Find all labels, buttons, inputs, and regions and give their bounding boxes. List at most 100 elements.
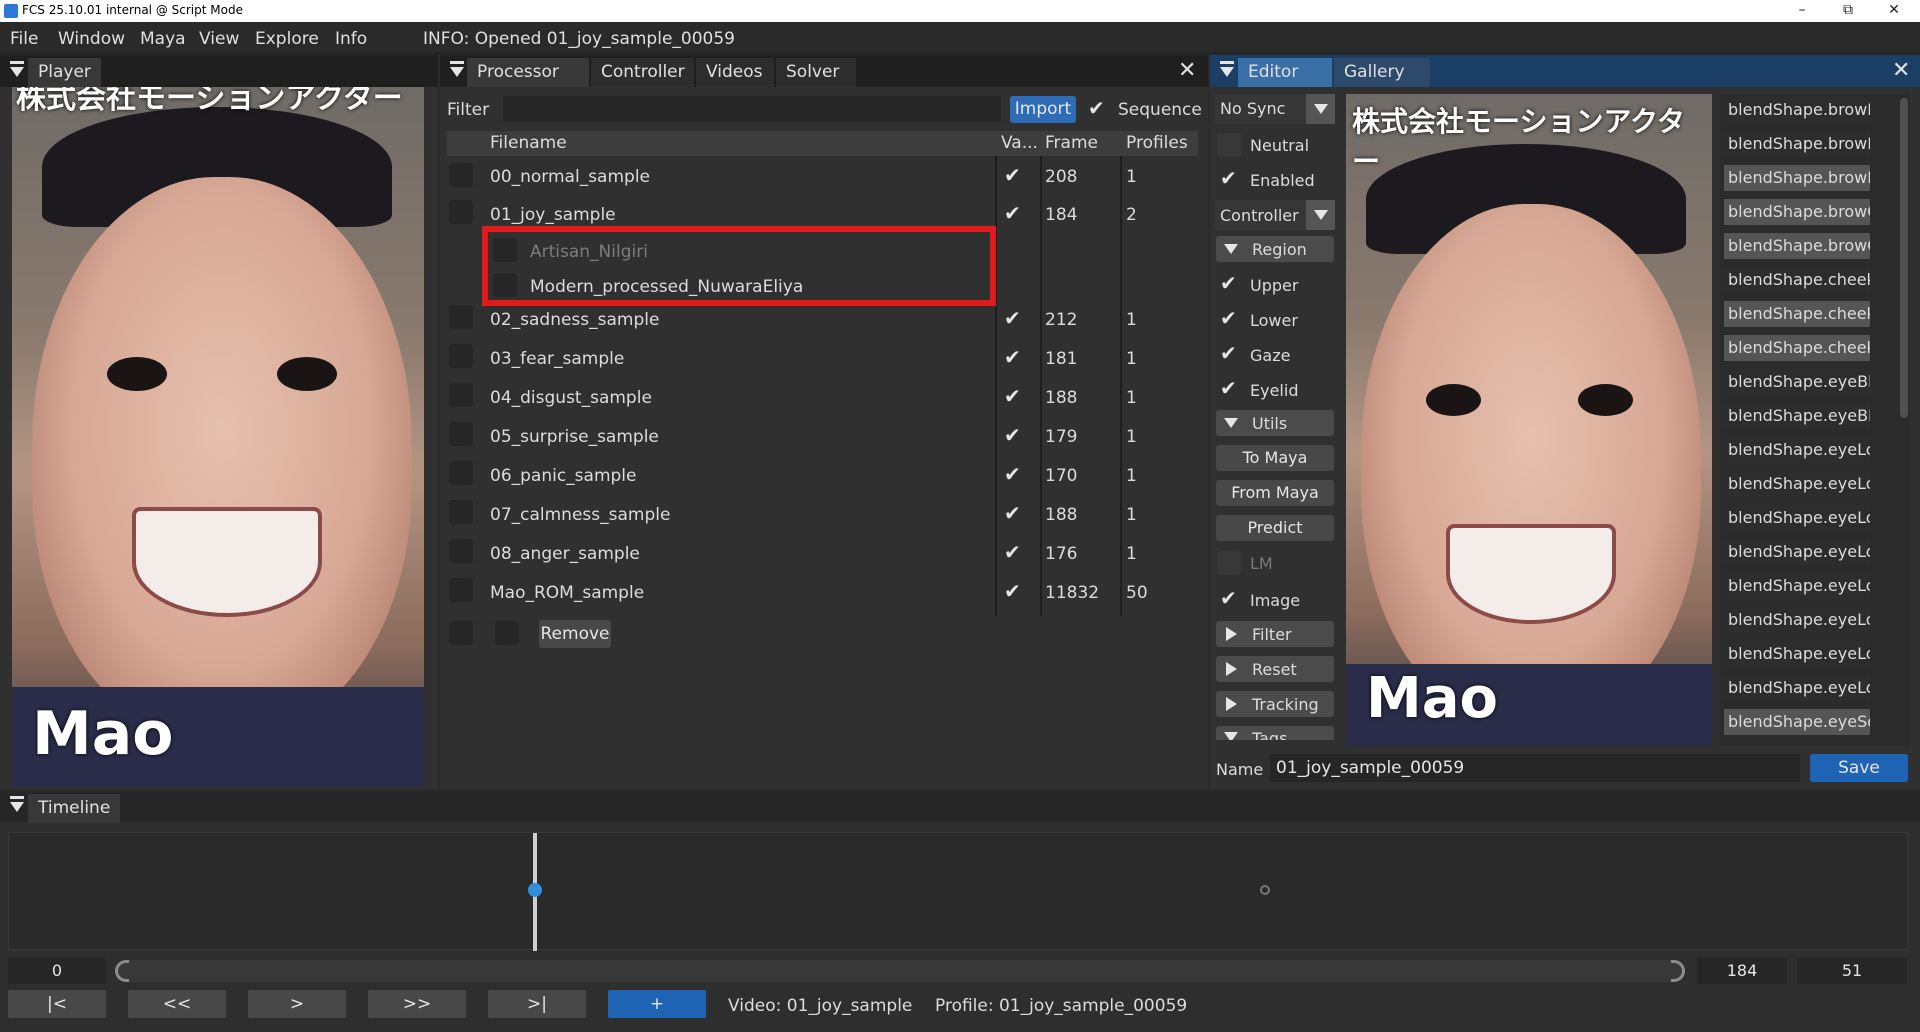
lower-check-icon[interactable]: ✔ bbox=[1220, 308, 1237, 328]
collapse-triangle-icon[interactable] bbox=[10, 67, 24, 77]
list-item[interactable]: blendShape.browDow bbox=[1724, 97, 1870, 123]
list-item[interactable]: blendShape.cheekSq bbox=[1724, 335, 1870, 361]
prev-frame-button[interactable]: << bbox=[128, 990, 226, 1018]
list-item[interactable]: blendShape.eyeLook bbox=[1724, 539, 1870, 565]
minimize-button[interactable]: – bbox=[1782, 0, 1822, 22]
menu-view[interactable]: View bbox=[199, 29, 239, 49]
remove-button[interactable]: Remove bbox=[539, 620, 611, 648]
lm-checkbox[interactable] bbox=[1217, 551, 1241, 575]
key-marker[interactable] bbox=[1260, 885, 1271, 895]
collapse-triangle-icon[interactable] bbox=[1220, 67, 1234, 77]
list-item[interactable]: blendShape.browDow bbox=[1724, 131, 1870, 157]
close-panel-icon[interactable]: ✕ bbox=[1892, 60, 1910, 82]
col-frame[interactable]: Frame bbox=[1045, 133, 1098, 153]
save-button[interactable]: Save bbox=[1810, 754, 1908, 782]
from-maya-button[interactable]: From Maya bbox=[1216, 480, 1334, 506]
row-select-checkbox[interactable] bbox=[449, 539, 473, 563]
utils-section-header[interactable]: Utils bbox=[1216, 410, 1334, 436]
row-filename[interactable]: Mao_ROM_sample bbox=[490, 583, 644, 603]
menu-window[interactable]: Window bbox=[58, 29, 125, 49]
tab-processor[interactable]: Processor bbox=[467, 58, 589, 87]
neutral-checkbox[interactable] bbox=[1217, 133, 1241, 157]
row-filename[interactable]: 08_anger_sample bbox=[490, 544, 640, 564]
next-frame-button[interactable]: >> bbox=[368, 990, 466, 1018]
list-item[interactable]: blendShape.eyeBlink bbox=[1724, 403, 1870, 429]
tab-solver[interactable]: Solver bbox=[776, 58, 856, 87]
row-select-checkbox[interactable] bbox=[449, 383, 473, 407]
list-item[interactable]: blendShape.cheekSq bbox=[1724, 301, 1870, 327]
close-panel-icon[interactable]: ✕ bbox=[1178, 60, 1196, 82]
close-window-button[interactable]: ✕ bbox=[1874, 0, 1914, 22]
list-item[interactable]: blendShape.eyeSquin bbox=[1724, 709, 1870, 735]
menu-explore[interactable]: Explore bbox=[255, 29, 319, 49]
enabled-check-icon[interactable]: ✔ bbox=[1220, 168, 1237, 188]
list-item[interactable]: blendShape.eyeLook bbox=[1724, 471, 1870, 497]
row-filename[interactable]: 01_joy_sample bbox=[490, 205, 616, 225]
playhead-key-dot[interactable] bbox=[527, 883, 542, 897]
tab-editor[interactable]: Editor bbox=[1238, 58, 1332, 87]
row-select-checkbox[interactable] bbox=[449, 500, 473, 524]
reset-section-header[interactable]: Reset bbox=[1216, 656, 1334, 682]
player-video-frame[interactable]: 株式会社モーションアクター Mao bbox=[12, 87, 424, 787]
collapse-triangle-icon[interactable] bbox=[10, 802, 24, 812]
row-select-checkbox[interactable] bbox=[449, 305, 473, 329]
row-select-checkbox[interactable] bbox=[449, 200, 473, 224]
menu-maya[interactable]: Maya bbox=[140, 29, 186, 49]
timeline-track[interactable] bbox=[8, 832, 1908, 951]
name-input[interactable] bbox=[1270, 754, 1800, 782]
tab-timeline[interactable]: Timeline bbox=[28, 794, 121, 823]
eyelid-check-icon[interactable]: ✔ bbox=[1220, 378, 1237, 398]
tags-section-header[interactable]: Tags bbox=[1216, 726, 1334, 740]
start-frame-field[interactable]: 0 bbox=[8, 958, 106, 984]
menu-info[interactable]: Info bbox=[335, 29, 367, 49]
col-valid[interactable]: Va... bbox=[1001, 133, 1038, 153]
tracking-section-header[interactable]: Tracking bbox=[1216, 691, 1334, 717]
row-filename[interactable]: 04_disgust_sample bbox=[490, 388, 652, 408]
menu-file[interactable]: File bbox=[10, 29, 38, 49]
select-profiles-checkbox[interactable] bbox=[495, 621, 519, 645]
tab-gallery[interactable]: Gallery bbox=[1334, 58, 1430, 87]
list-item[interactable]: blendShape.browOut bbox=[1724, 199, 1870, 225]
row-filename[interactable]: 07_calmness_sample bbox=[490, 505, 670, 525]
image-check-icon[interactable]: ✔ bbox=[1220, 588, 1237, 608]
row-select-checkbox[interactable] bbox=[449, 578, 473, 602]
row-select-checkbox[interactable] bbox=[449, 461, 473, 485]
list-item[interactable]: blendShape.eyeLook bbox=[1724, 573, 1870, 599]
upper-check-icon[interactable]: ✔ bbox=[1220, 273, 1237, 293]
list-item[interactable]: blendShape.eyeLook bbox=[1724, 505, 1870, 531]
end-frame-field[interactable]: 184 bbox=[1697, 958, 1787, 984]
add-key-button[interactable]: + bbox=[608, 990, 706, 1018]
tab-videos[interactable]: Videos bbox=[696, 58, 774, 87]
last-frame-button[interactable]: >| bbox=[488, 990, 586, 1018]
col-profiles[interactable]: Profiles bbox=[1126, 133, 1188, 153]
to-maya-button[interactable]: To Maya bbox=[1216, 445, 1334, 471]
controller-dropdown[interactable]: Controller bbox=[1215, 200, 1335, 230]
range-slider[interactable] bbox=[115, 960, 1685, 982]
row-filename[interactable]: 03_fear_sample bbox=[490, 349, 624, 369]
select-all-checkbox[interactable] bbox=[449, 621, 473, 645]
list-item[interactable]: blendShape.browOut bbox=[1724, 233, 1870, 259]
region-section-header[interactable]: Region bbox=[1216, 236, 1334, 262]
list-item[interactable]: blendShape.browInne bbox=[1724, 165, 1870, 191]
filter-section-header[interactable]: Filter bbox=[1216, 621, 1334, 647]
list-item[interactable]: blendShape.eyeLook bbox=[1724, 641, 1870, 667]
row-filename[interactable]: 02_sadness_sample bbox=[490, 310, 659, 330]
predict-button[interactable]: Predict bbox=[1216, 515, 1334, 541]
import-button[interactable]: Import bbox=[1010, 96, 1076, 123]
collapse-triangle-icon[interactable] bbox=[450, 67, 464, 77]
sequence-checkbox[interactable]: ✔ bbox=[1088, 98, 1105, 118]
list-scrollbar[interactable] bbox=[1900, 98, 1908, 418]
list-item[interactable]: blendShape.eyeLook bbox=[1724, 437, 1870, 463]
maximize-button[interactable]: ⧉ bbox=[1828, 0, 1868, 22]
row-filename[interactable]: 05_surprise_sample bbox=[490, 427, 659, 447]
tab-controller[interactable]: Controller bbox=[591, 58, 694, 87]
col-filename[interactable]: Filename bbox=[490, 133, 567, 153]
list-item[interactable]: blendShape.cheekPu bbox=[1724, 267, 1870, 293]
current-frame-field[interactable]: 51 bbox=[1797, 958, 1907, 984]
filter-input[interactable] bbox=[503, 96, 1001, 122]
row-select-checkbox[interactable] bbox=[449, 163, 473, 187]
list-item[interactable]: blendShape.eyeLook bbox=[1724, 675, 1870, 701]
list-item[interactable]: blendShape.eyeLook bbox=[1724, 607, 1870, 633]
tab-player[interactable]: Player bbox=[28, 58, 101, 87]
gaze-check-icon[interactable]: ✔ bbox=[1220, 343, 1237, 363]
